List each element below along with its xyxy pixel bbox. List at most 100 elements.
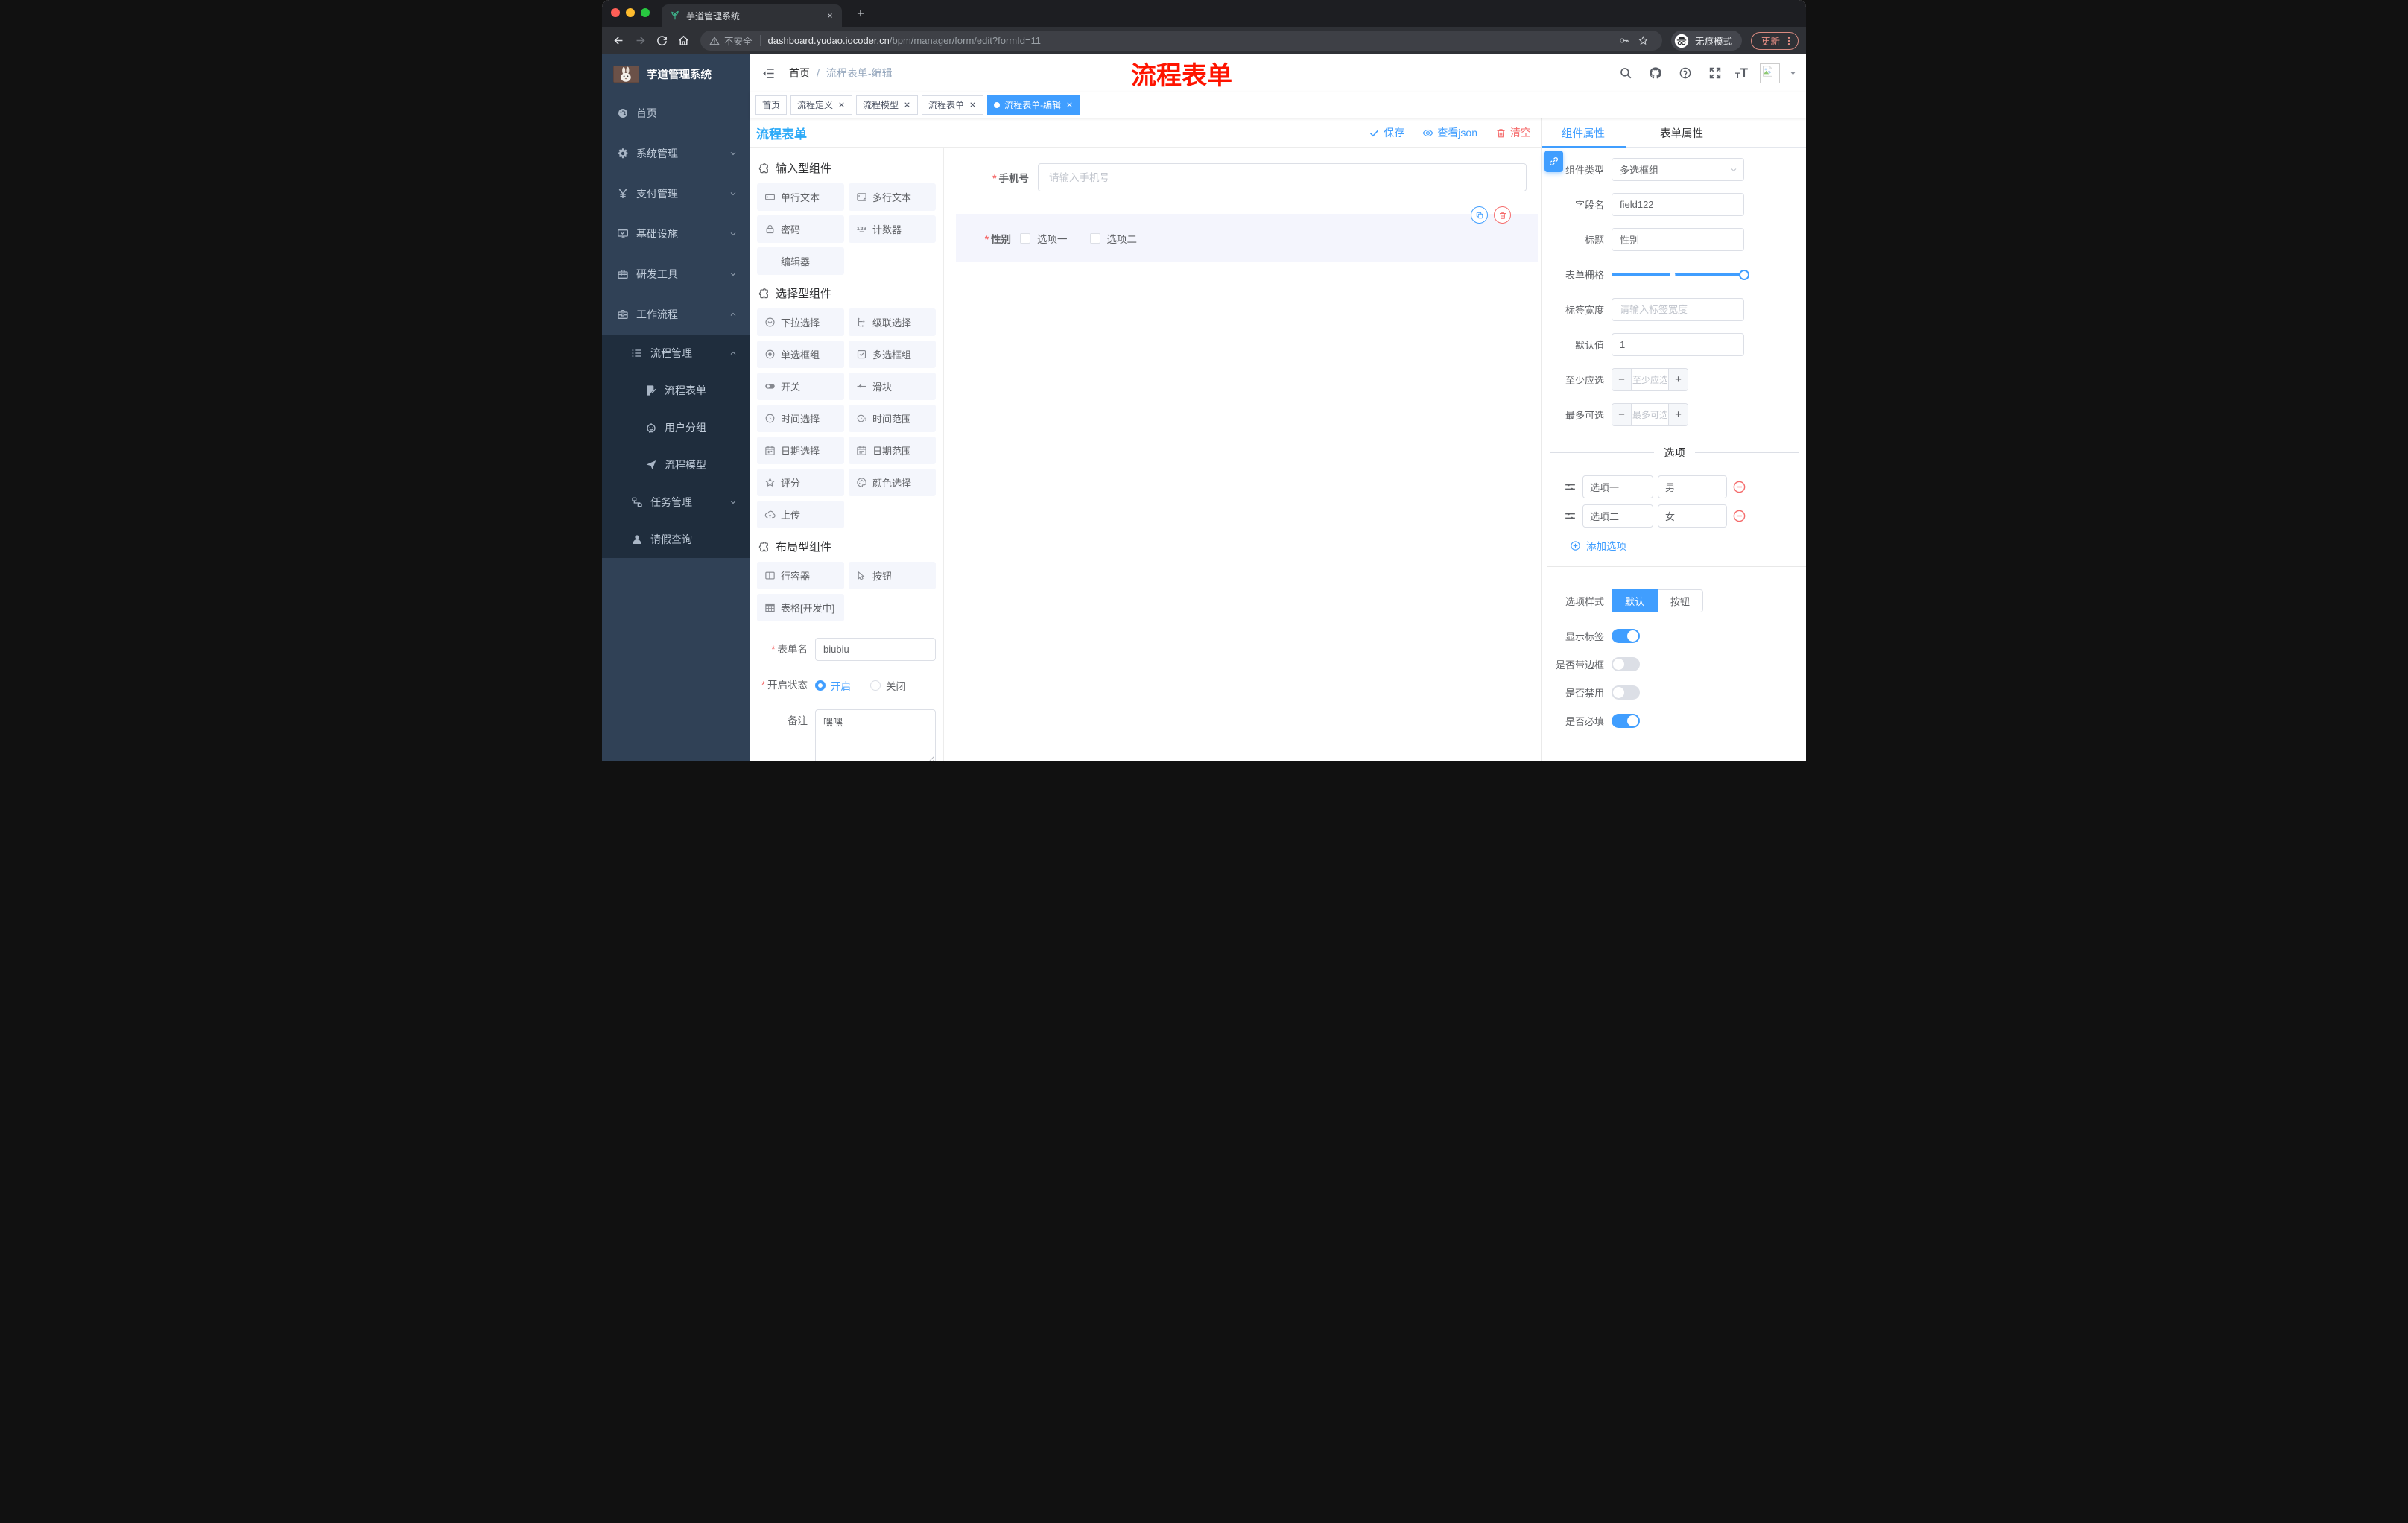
sidebar-collapse-icon[interactable]: [755, 60, 782, 86]
sidebar-item[interactable]: 流程模型: [602, 446, 750, 484]
form-name-input[interactable]: [815, 638, 936, 661]
min-select-input[interactable]: [1632, 369, 1668, 390]
component-item[interactable]: 多行文本: [849, 183, 936, 211]
fullscreen-icon[interactable]: [1702, 60, 1728, 86]
help-icon[interactable]: [1673, 60, 1698, 86]
tag-chip[interactable]: 流程定义: [790, 95, 853, 115]
gender-checkbox[interactable]: 选项一: [1020, 231, 1068, 246]
component-item[interactable]: 日期范围: [849, 437, 936, 464]
title-input[interactable]: [1612, 228, 1744, 251]
component-item[interactable]: 按钮: [849, 562, 936, 589]
stepper-decrease-button[interactable]: −: [1612, 369, 1632, 390]
tag-close-icon[interactable]: [903, 101, 911, 109]
option-value-input[interactable]: [1658, 504, 1727, 528]
address-bar[interactable]: 不安全 dashboard.yudao.iocoder.cn /bpm/mana…: [700, 31, 1662, 51]
user-menu-caret-icon[interactable]: [1789, 69, 1797, 77]
window-zoom-button[interactable]: [641, 8, 650, 17]
component-item[interactable]: 行容器: [757, 562, 844, 589]
tag-chip[interactable]: 首页: [755, 95, 788, 115]
component-item[interactable]: 上传: [757, 501, 844, 528]
tag-close-icon[interactable]: [1065, 101, 1074, 109]
component-item[interactable]: 密码: [757, 215, 844, 243]
link-tab-button[interactable]: [1544, 151, 1563, 172]
component-type-value[interactable]: [1612, 158, 1744, 181]
stepper-increase-button[interactable]: +: [1668, 369, 1688, 390]
update-button[interactable]: 更新: [1750, 31, 1799, 50]
component-item[interactable]: 时间范围: [849, 405, 936, 432]
sidebar-item[interactable]: 任务管理: [602, 484, 750, 521]
component-item[interactable]: 单选框组: [757, 341, 844, 368]
component-item[interactable]: 时间选择: [757, 405, 844, 432]
new-tab-button[interactable]: [851, 4, 870, 23]
window-close-button[interactable]: [611, 8, 620, 17]
window-minimize-button[interactable]: [626, 8, 635, 17]
phone-field-row[interactable]: 手机号: [956, 162, 1527, 192]
tab-form-props[interactable]: 表单属性: [1660, 118, 1703, 147]
option-value-input[interactable]: [1658, 475, 1727, 498]
sidebar-item[interactable]: 请假查询: [602, 521, 750, 558]
label-width-input[interactable]: [1612, 298, 1744, 321]
component-item[interactable]: 单行文本: [757, 183, 844, 211]
app-logo[interactable]: 芋道管理系统: [602, 54, 750, 93]
toggle-switch[interactable]: [1612, 657, 1640, 671]
style-option-button[interactable]: 按钮: [1658, 589, 1704, 612]
component-item[interactable]: 级联选择: [849, 308, 936, 336]
status-radio[interactable]: 开启: [815, 678, 851, 693]
home-button[interactable]: [673, 30, 694, 51]
add-option-button[interactable]: 添加选项: [1570, 538, 1806, 553]
remove-option-button[interactable]: [1732, 480, 1746, 494]
max-select-input[interactable]: [1632, 404, 1668, 425]
sidebar-item[interactable]: 首页: [602, 93, 750, 133]
delete-field-button[interactable]: [1494, 206, 1511, 224]
sidebar-item[interactable]: 基础设施: [602, 214, 750, 254]
style-option-button[interactable]: 默认: [1612, 589, 1658, 612]
component-item[interactable]: 开关: [757, 373, 844, 400]
gender-checkbox[interactable]: 选项二: [1089, 231, 1137, 246]
browser-tab[interactable]: 芋道管理系统: [662, 4, 842, 27]
tag-close-icon[interactable]: [837, 101, 846, 109]
copy-field-button[interactable]: [1471, 206, 1488, 224]
component-item[interactable]: 滑块: [849, 373, 936, 400]
tag-chip[interactable]: 流程表单-编辑: [987, 95, 1081, 115]
component-item[interactable]: 多选框组: [849, 341, 936, 368]
component-type-select[interactable]: [1612, 158, 1744, 181]
option-drag-handle-icon[interactable]: [1564, 481, 1577, 493]
status-radio[interactable]: 关闭: [870, 678, 906, 693]
component-item[interactable]: 计数器: [849, 215, 936, 243]
option-drag-handle-icon[interactable]: [1564, 510, 1577, 522]
form-grid-slider[interactable]: [1612, 263, 1749, 286]
breadcrumb-home[interactable]: 首页: [789, 66, 810, 80]
search-icon[interactable]: [1613, 60, 1638, 86]
option-label-input[interactable]: [1582, 475, 1653, 498]
slider-track[interactable]: [1612, 269, 1749, 280]
tag-chip[interactable]: 流程表单: [922, 95, 984, 115]
tab-component-props[interactable]: 组件属性: [1542, 118, 1626, 148]
option-label-input[interactable]: [1582, 504, 1653, 528]
back-button[interactable]: [608, 30, 630, 51]
stepper-decrease-button[interactable]: −: [1612, 404, 1632, 425]
clear-button[interactable]: 清空: [1495, 125, 1531, 140]
component-item[interactable]: 日期选择: [757, 437, 844, 464]
component-item[interactable]: 下拉选择: [757, 308, 844, 336]
security-chip[interactable]: 不安全: [709, 34, 752, 48]
tab-close-icon[interactable]: [824, 10, 836, 22]
sidebar-item[interactable]: 流程表单: [602, 372, 750, 409]
sidebar-item[interactable]: 研发工具: [602, 254, 750, 294]
reload-button[interactable]: [651, 30, 673, 51]
github-icon[interactable]: [1643, 60, 1668, 86]
sidebar-item[interactable]: 工作流程: [602, 294, 750, 335]
selected-field-block[interactable]: 性别 选项一: [956, 206, 1538, 262]
toggle-switch[interactable]: [1612, 629, 1640, 643]
component-item[interactable]: 编辑器: [757, 247, 844, 275]
tag-chip[interactable]: 流程模型: [856, 95, 919, 115]
browser-menu-icon[interactable]: [1784, 36, 1794, 46]
bookmark-star-icon[interactable]: [1634, 31, 1653, 51]
toggle-switch[interactable]: [1612, 714, 1640, 728]
password-key-icon[interactable]: [1615, 31, 1634, 51]
save-button[interactable]: 保存: [1369, 125, 1404, 140]
field-name-input[interactable]: [1612, 193, 1744, 216]
avatar[interactable]: [1760, 63, 1780, 83]
component-item[interactable]: 评分: [757, 469, 844, 496]
phone-field-input[interactable]: [1038, 163, 1527, 191]
font-size-icon[interactable]: T T: [1732, 66, 1751, 80]
